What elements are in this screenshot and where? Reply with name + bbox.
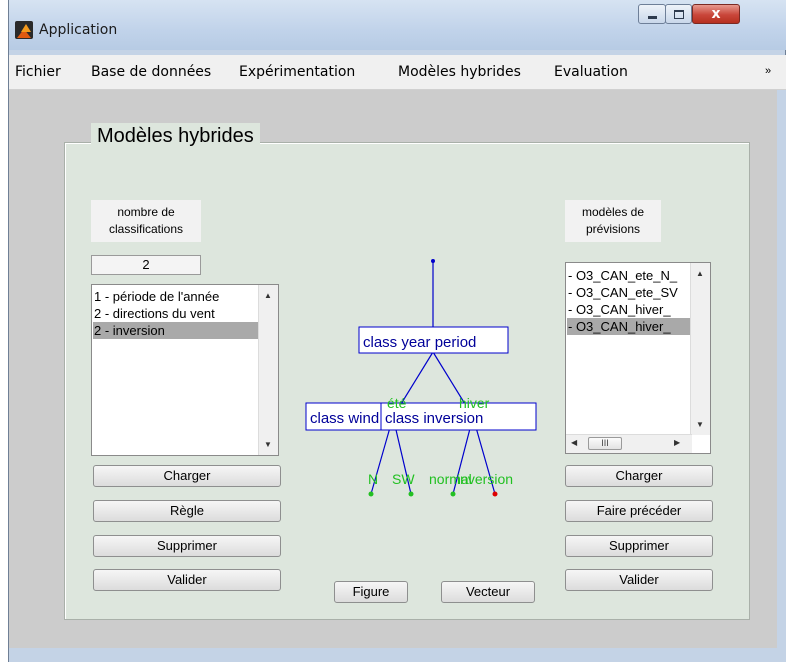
window-title: Application (39, 22, 118, 38)
close-button[interactable]: x (692, 4, 740, 24)
leaf-label-n: N (368, 471, 378, 487)
menu-base-de-donnees[interactable]: Base de données (91, 64, 211, 80)
figure-area: Modèles hybrides nombre de classificatio… (9, 90, 786, 662)
leaf-label-sw: SW (392, 471, 415, 487)
leaf-point-sw (408, 491, 414, 497)
menu-modeles-hybrides[interactable]: Modèles hybrides (398, 64, 521, 80)
bottom-border (9, 648, 786, 662)
menu-experimentation[interactable]: Expérimentation (239, 64, 355, 80)
close-icon: x (711, 6, 721, 22)
menu-fichier[interactable]: Fichier (15, 64, 61, 80)
menu-bar: Fichier Base de données Expérimentation … (9, 55, 786, 90)
leaf-point-inversion (492, 491, 498, 497)
branch-label-hiver: hiver (459, 395, 490, 411)
matlab-icon (15, 21, 33, 39)
minimize-button[interactable] (638, 4, 666, 24)
title-bar[interactable]: Application x (9, 0, 786, 50)
root-node-label: class year period (363, 334, 476, 351)
root-point (431, 259, 435, 263)
leaf-point-n (368, 491, 374, 497)
decision-tree-diagram: class year period class wind direction c… (305, 259, 537, 497)
minimize-icon (647, 16, 657, 19)
tree-edges (370, 261, 496, 495)
branch-label-ete: été (387, 395, 407, 411)
toolbar-toggle-icon[interactable]: » (765, 65, 771, 77)
leaf-label-inversion: inversion (457, 471, 513, 487)
maximize-button[interactable] (665, 4, 692, 24)
leaf-point-normal (450, 491, 456, 497)
maximize-icon (673, 9, 684, 19)
right-node-label: class inversion (385, 410, 483, 427)
application-window: Application x Fichier Base de données Ex… (8, 0, 786, 662)
menu-evaluation[interactable]: Evaluation (554, 64, 628, 80)
